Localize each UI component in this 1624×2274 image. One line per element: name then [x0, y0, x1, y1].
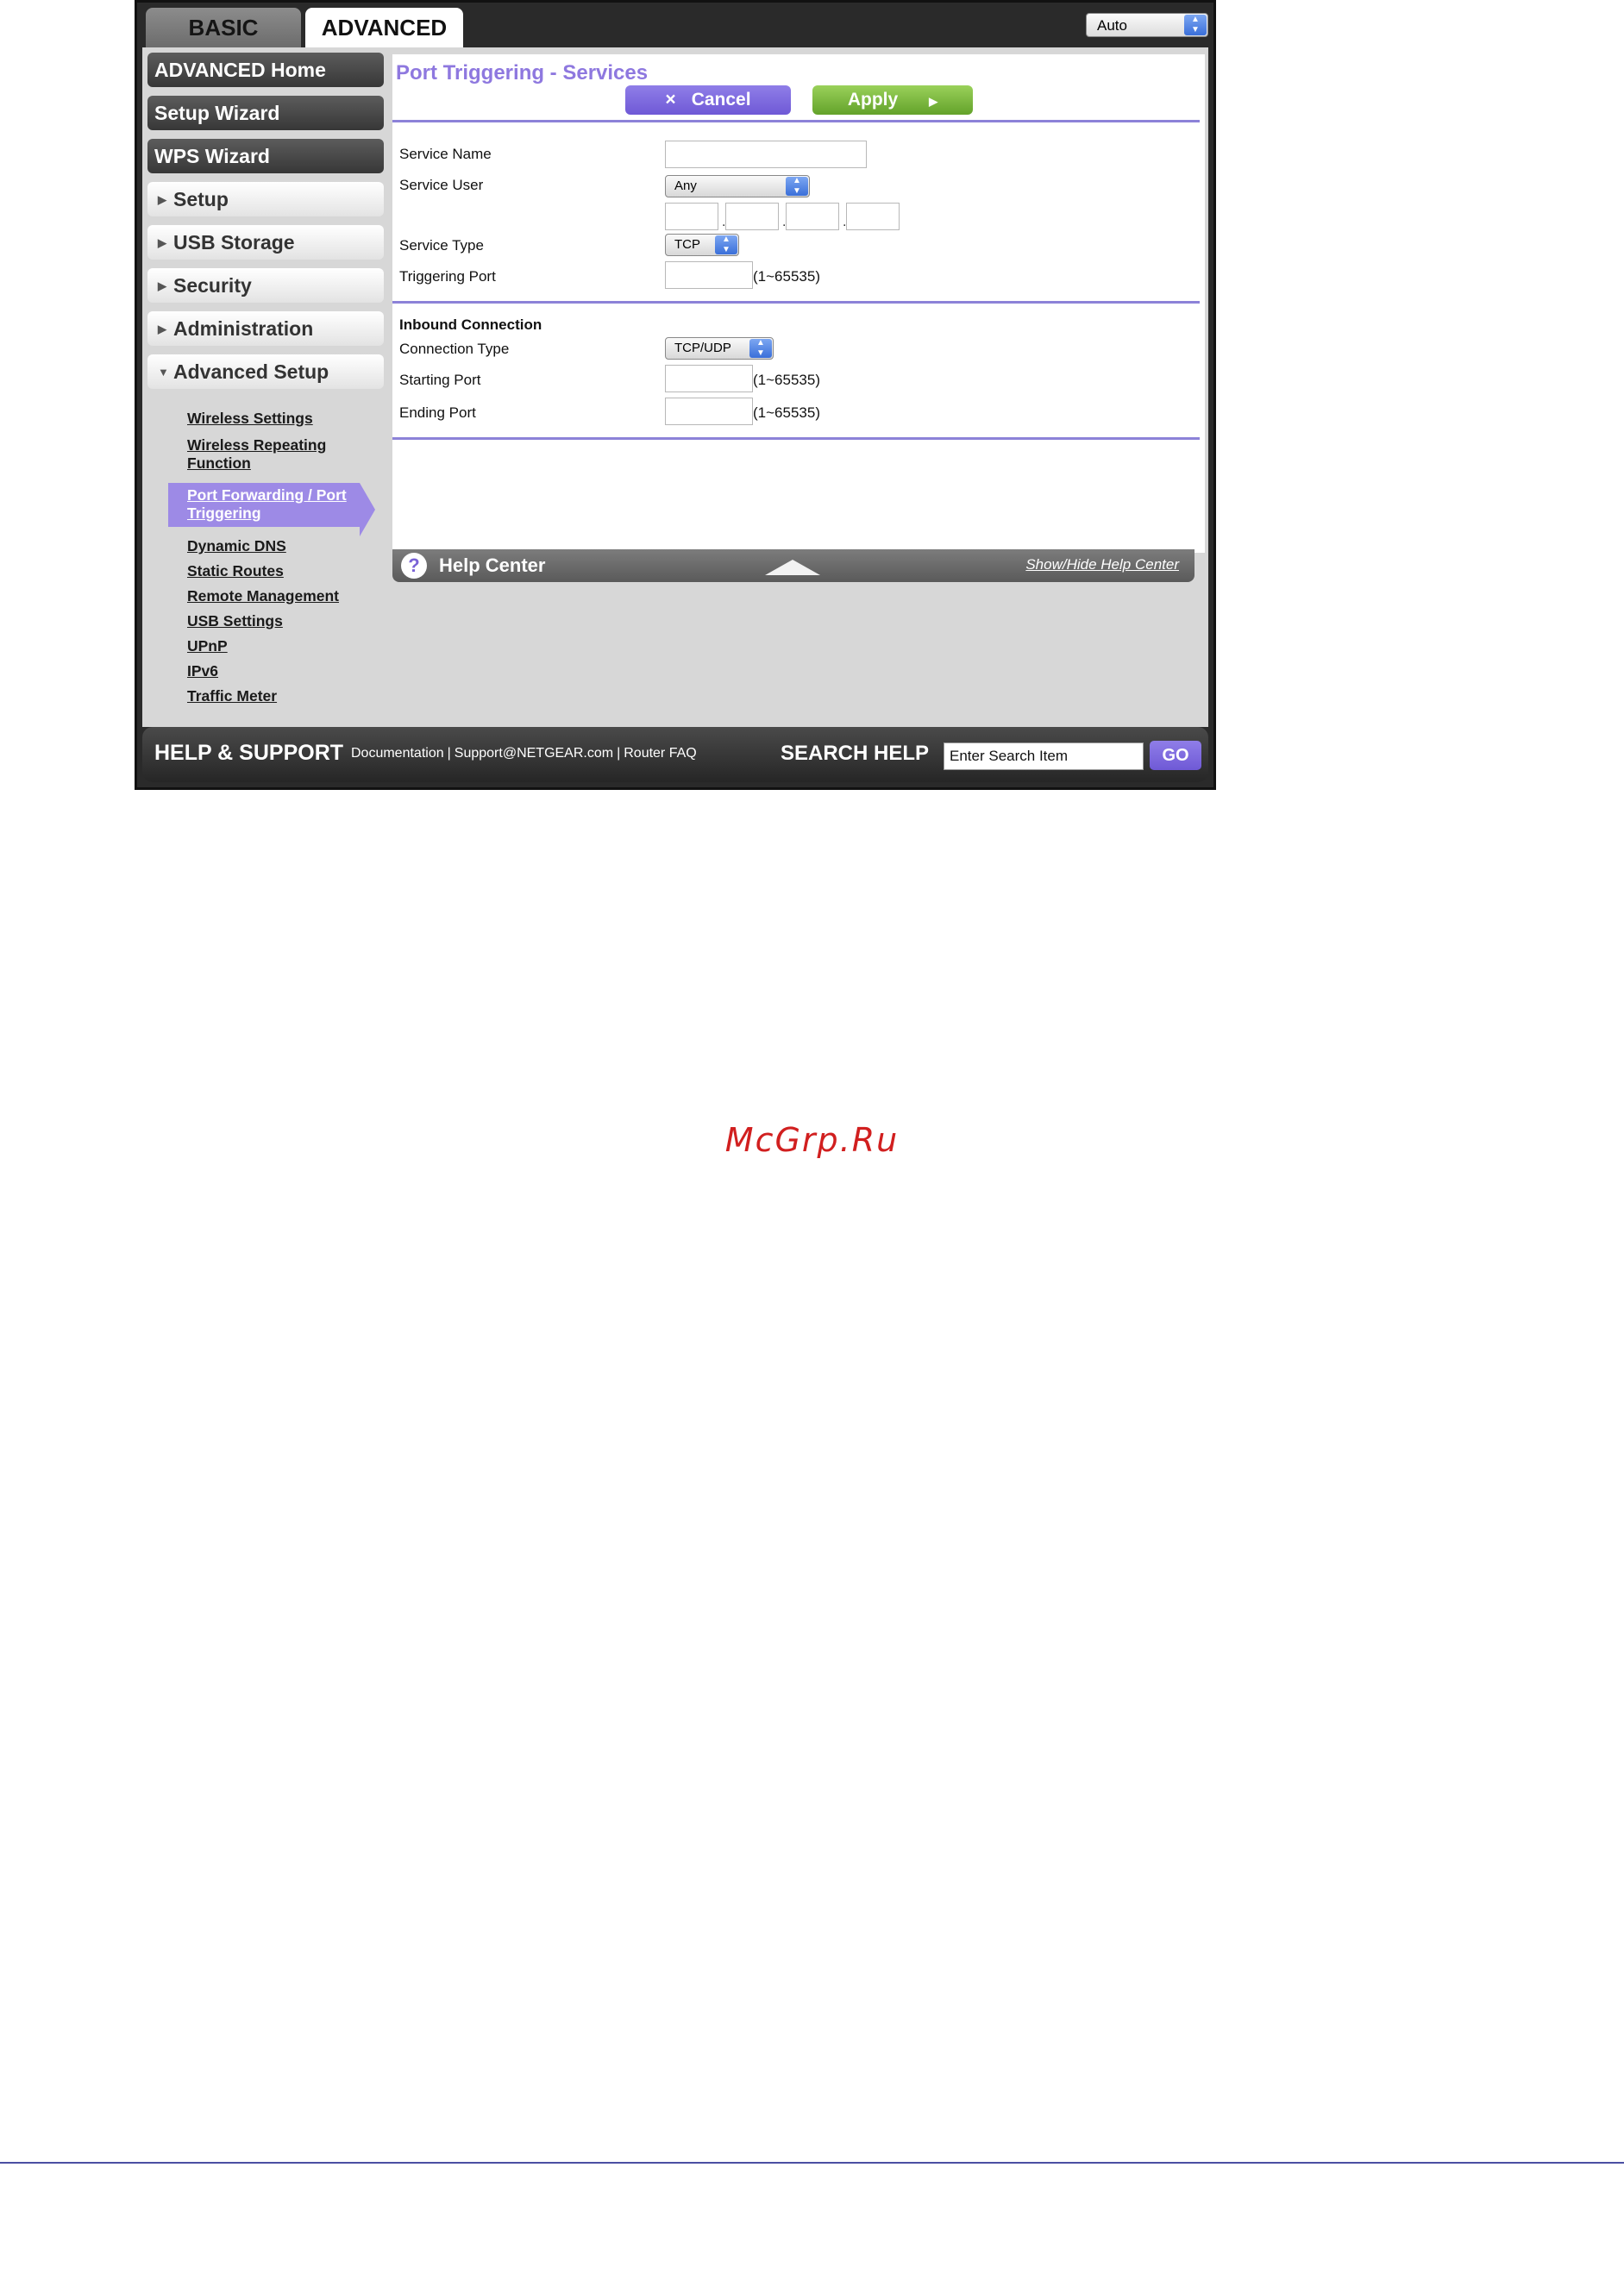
submenu-static-routes[interactable]: Static Routes [168, 562, 392, 580]
language-select[interactable]: Auto ▲ ▼ [1086, 13, 1208, 37]
nav-advanced-setup[interactable]: ▼ Advanced Setup [147, 354, 384, 389]
submenu-remote-management[interactable]: Remote Management [168, 587, 392, 605]
ending-port-range: (1~65535) [753, 404, 820, 421]
triggering-port-range: (1~65535) [753, 268, 820, 285]
service-type-label: Service Type [399, 237, 484, 254]
help-center-title: Help Center [439, 554, 546, 576]
divider [392, 437, 1200, 440]
ip-octet-2-input[interactable] [725, 203, 779, 230]
ip-octet-1-input[interactable] [665, 203, 718, 230]
caret-right-icon: ▶ [158, 323, 166, 335]
connection-type-select[interactable]: TCP/UDP ▲ ▼ [665, 337, 774, 360]
router-admin-window: BASIC ADVANCED Auto ▲ ▼ ADVANCED Home Set… [135, 0, 1216, 790]
submenu-dynamic-dns[interactable]: Dynamic DNS [168, 537, 392, 555]
ip-octet-4-input[interactable] [846, 203, 900, 230]
page-divider [0, 2162, 1624, 2164]
documentation-link[interactable]: Documentation [351, 746, 444, 761]
submenu-port-forwarding-triggering[interactable]: Port Forwarding / Port Triggering [168, 483, 375, 536]
service-user-label: Service User [399, 177, 484, 193]
search-help-label: SEARCH HELP [781, 742, 930, 765]
help-support-footer: HELP & SUPPORT Documentation | Support@NET… [142, 727, 1208, 782]
apply-button[interactable]: Apply ▶ [812, 85, 973, 115]
submenu-wireless-repeating[interactable]: Wireless Repeating Function [168, 436, 360, 473]
apply-button-label: Apply [847, 90, 899, 110]
link-separator: | [447, 746, 451, 761]
service-user-select[interactable]: Any ▲ ▼ [665, 175, 810, 197]
ip-octet-3-input[interactable] [786, 203, 839, 230]
nav-wps-wizard[interactable]: WPS Wizard [147, 139, 384, 173]
nav-setup-wizard[interactable]: Setup Wizard [147, 96, 384, 130]
starting-port-label: Starting Port [399, 372, 481, 388]
help-center-bar: ? Help Center Show/Hide Help Center [392, 549, 1194, 582]
nav-administration[interactable]: ▶ Administration [147, 311, 384, 346]
language-select-value: Auto [1097, 17, 1127, 34]
submenu-usb-settings[interactable]: USB Settings [168, 612, 392, 630]
play-arrow-icon: ▶ [929, 95, 938, 108]
submenu-wireless-settings[interactable]: Wireless Settings [168, 410, 392, 428]
tab-basic[interactable]: BASIC [146, 8, 301, 47]
nav-advanced-home[interactable]: ADVANCED Home [147, 53, 384, 87]
nav-security[interactable]: ▶ Security [147, 268, 384, 303]
close-icon: × [665, 90, 676, 110]
nav-setup-label: Setup [173, 188, 229, 210]
main-panel: ADVANCED Home Setup Wizard WPS Wizard ▶ S… [142, 47, 1208, 727]
caret-right-icon: ▶ [158, 236, 166, 249]
nav-administration-label: Administration [173, 317, 314, 340]
nav-security-label: Security [173, 274, 252, 297]
router-faq-link[interactable]: Router FAQ [624, 746, 696, 761]
service-name-input[interactable] [665, 141, 867, 168]
link-separator: | [617, 746, 621, 761]
go-button[interactable]: GO [1150, 741, 1201, 770]
ending-port-label: Ending Port [399, 404, 476, 421]
expand-up-icon[interactable] [765, 560, 820, 575]
starting-port-range: (1~65535) [753, 372, 820, 388]
question-icon: ? [401, 553, 427, 579]
footer-links: Documentation | Support@NETGEAR.com | Router… [351, 746, 697, 761]
advanced-setup-submenu: Wireless Settings Wireless Repeating Fun… [168, 410, 392, 705]
triggering-port-label: Triggering Port [399, 268, 496, 285]
updown-arrows-icon: ▲ ▼ [749, 338, 772, 358]
service-name-label: Service Name [399, 146, 492, 162]
service-type-value: TCP [674, 237, 700, 252]
caret-down-icon: ▼ [158, 366, 169, 379]
content-area: Port Triggering - Services × Cancel Apply… [392, 54, 1205, 553]
nav-setup[interactable]: ▶ Setup [147, 182, 384, 216]
updown-arrows-icon: ▲ ▼ [1184, 15, 1207, 35]
inbound-connection-heading: Inbound Connection [399, 316, 542, 333]
caret-right-icon: ▶ [158, 279, 166, 292]
connection-type-label: Connection Type [399, 341, 510, 357]
triggering-port-input[interactable] [665, 261, 753, 289]
cancel-button[interactable]: × Cancel [625, 85, 791, 115]
ending-port-input[interactable] [665, 398, 753, 425]
updown-arrows-icon: ▲ ▼ [786, 176, 808, 196]
caret-right-icon: ▶ [158, 193, 166, 206]
nav-advanced-setup-label: Advanced Setup [173, 360, 329, 383]
search-input[interactable] [944, 742, 1144, 770]
service-user-value: Any [674, 179, 697, 193]
page-title: Port Triggering - Services [396, 61, 649, 85]
service-type-select[interactable]: TCP ▲ ▼ [665, 234, 739, 256]
footer-title: HELP & SUPPORT [154, 741, 344, 765]
cancel-button-label: Cancel [691, 90, 751, 110]
nav-usb-storage[interactable]: ▶ USB Storage [147, 225, 384, 260]
updown-arrows-icon: ▲ ▼ [715, 235, 737, 254]
starting-port-input[interactable] [665, 365, 753, 392]
show-hide-help-link[interactable]: Show/Hide Help Center [1025, 556, 1179, 573]
submenu-upnp[interactable]: UPnP [168, 637, 392, 655]
nav-usb-storage-label: USB Storage [173, 231, 295, 254]
submenu-traffic-meter[interactable]: Traffic Meter [168, 687, 392, 705]
divider [392, 120, 1200, 122]
tab-advanced[interactable]: ADVANCED [305, 8, 463, 47]
connection-type-value: TCP/UDP [674, 341, 731, 355]
watermark: McGrp.Ru [724, 1121, 900, 1159]
support-email-link[interactable]: Support@NETGEAR.com [455, 746, 613, 761]
submenu-ipv6[interactable]: IPv6 [168, 662, 392, 680]
divider [392, 301, 1200, 304]
